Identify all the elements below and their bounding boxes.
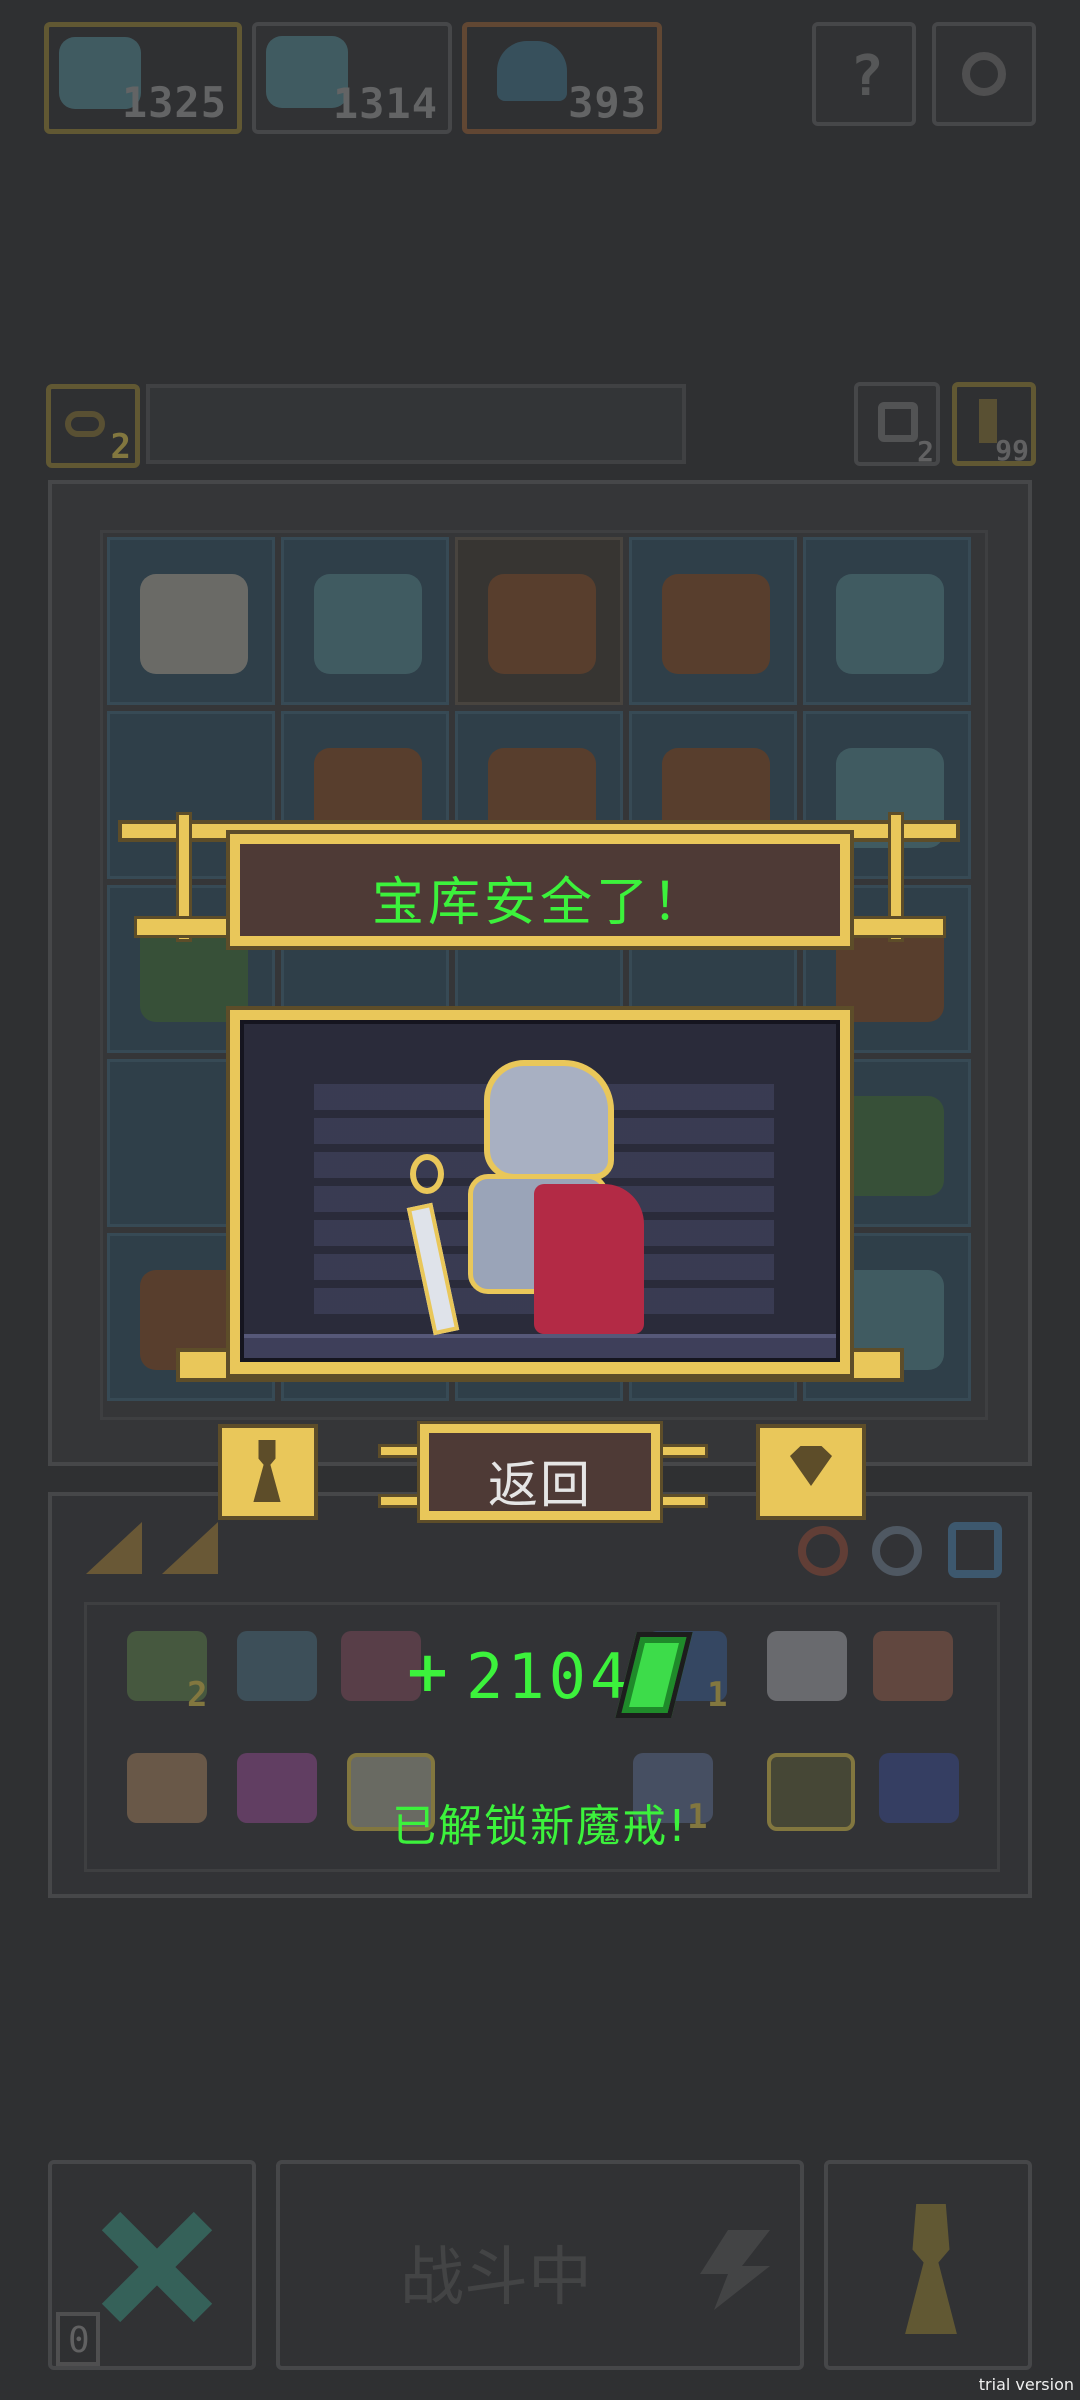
npc-icon xyxy=(140,574,248,674)
cloth-icon xyxy=(497,41,567,101)
key-slot[interactable]: 2 xyxy=(46,384,140,468)
back-button[interactable]: 返回 xyxy=(420,1424,660,1520)
resource-count-2: 1314 xyxy=(332,79,438,128)
vault-tile[interactable] xyxy=(629,537,797,705)
key-icon xyxy=(65,411,105,437)
vault-tile[interactable] xyxy=(455,537,623,705)
vault-tile[interactable] xyxy=(803,537,971,705)
vault-progress-bar xyxy=(146,384,686,464)
knight-helmet xyxy=(484,1060,614,1180)
ring-icon[interactable] xyxy=(798,1526,848,1576)
modal-title: 宝库安全了！ xyxy=(371,873,708,933)
battle-button[interactable]: 战斗中 xyxy=(276,2160,804,2370)
monster-icon xyxy=(662,574,770,674)
scene-floor xyxy=(244,1334,836,1358)
lightning-icon xyxy=(700,2230,770,2310)
pawn-icon xyxy=(905,2204,957,2334)
item-slot[interactable] xyxy=(237,1631,317,1701)
refresh-icon xyxy=(878,402,918,442)
resource-count-1: 1325 xyxy=(121,78,227,127)
help-icon: ? xyxy=(850,44,884,109)
battle-label: 战斗中 xyxy=(400,2241,592,2315)
picture-frame xyxy=(226,1006,854,1378)
heart-gem-icon xyxy=(790,1446,832,1486)
monster-icon xyxy=(836,574,944,674)
gear-icon xyxy=(962,52,1006,96)
unlock-message: 已解锁新魔戒! xyxy=(392,1801,688,1852)
help-button[interactable]: ? xyxy=(812,22,916,126)
item-count: 2 xyxy=(187,1675,208,1715)
resource-slot-2[interactable]: 1314 xyxy=(252,22,452,134)
pawn-icon xyxy=(253,1440,281,1502)
count-badge: 0 xyxy=(56,2312,100,2366)
reward-amount: 2104 xyxy=(466,1640,632,1713)
vault-tile[interactable] xyxy=(107,537,275,705)
resource-slot-3[interactable]: 393 xyxy=(462,22,662,134)
resource-count-3: 393 xyxy=(568,78,647,127)
item-count: 1 xyxy=(707,1675,728,1715)
ring-icon[interactable] xyxy=(872,1526,922,1576)
key-count: 2 xyxy=(110,427,131,467)
vault-tile[interactable] xyxy=(281,537,449,705)
sword-hilt-icon xyxy=(410,1154,444,1194)
refresh-count: 2 xyxy=(917,435,934,468)
resource-slot-1[interactable]: 1325 xyxy=(44,22,242,134)
cancel-button[interactable]: 0 xyxy=(48,2160,256,2370)
hero-button[interactable] xyxy=(824,2160,1032,2370)
monster-icon xyxy=(314,574,422,674)
settings-button[interactable] xyxy=(932,22,1036,126)
potion-count: 99 xyxy=(995,434,1029,467)
plus-sign: + xyxy=(404,1640,451,1705)
favorite-button[interactable] xyxy=(756,1424,866,1520)
count-badge-value: 0 xyxy=(68,2320,90,2361)
knight-cape xyxy=(534,1184,644,1334)
info-button[interactable] xyxy=(218,1424,318,1520)
tab-shape-icon[interactable] xyxy=(162,1522,218,1574)
monster-icon xyxy=(488,574,596,674)
watermark: trial version xyxy=(978,2375,1074,2394)
item-slot[interactable] xyxy=(767,1631,847,1701)
tab-shape-icon[interactable] xyxy=(86,1522,142,1574)
potion-slot[interactable]: 99 xyxy=(952,382,1036,467)
scene-window xyxy=(240,1020,840,1362)
refresh-button[interactable]: 2 xyxy=(854,382,940,468)
back-button-label: 返回 xyxy=(488,1456,592,1514)
modal-title-banner: 宝库安全了！ xyxy=(230,834,850,946)
armor-icon[interactable] xyxy=(948,1522,1002,1578)
hammer-icon[interactable] xyxy=(873,1631,953,1701)
